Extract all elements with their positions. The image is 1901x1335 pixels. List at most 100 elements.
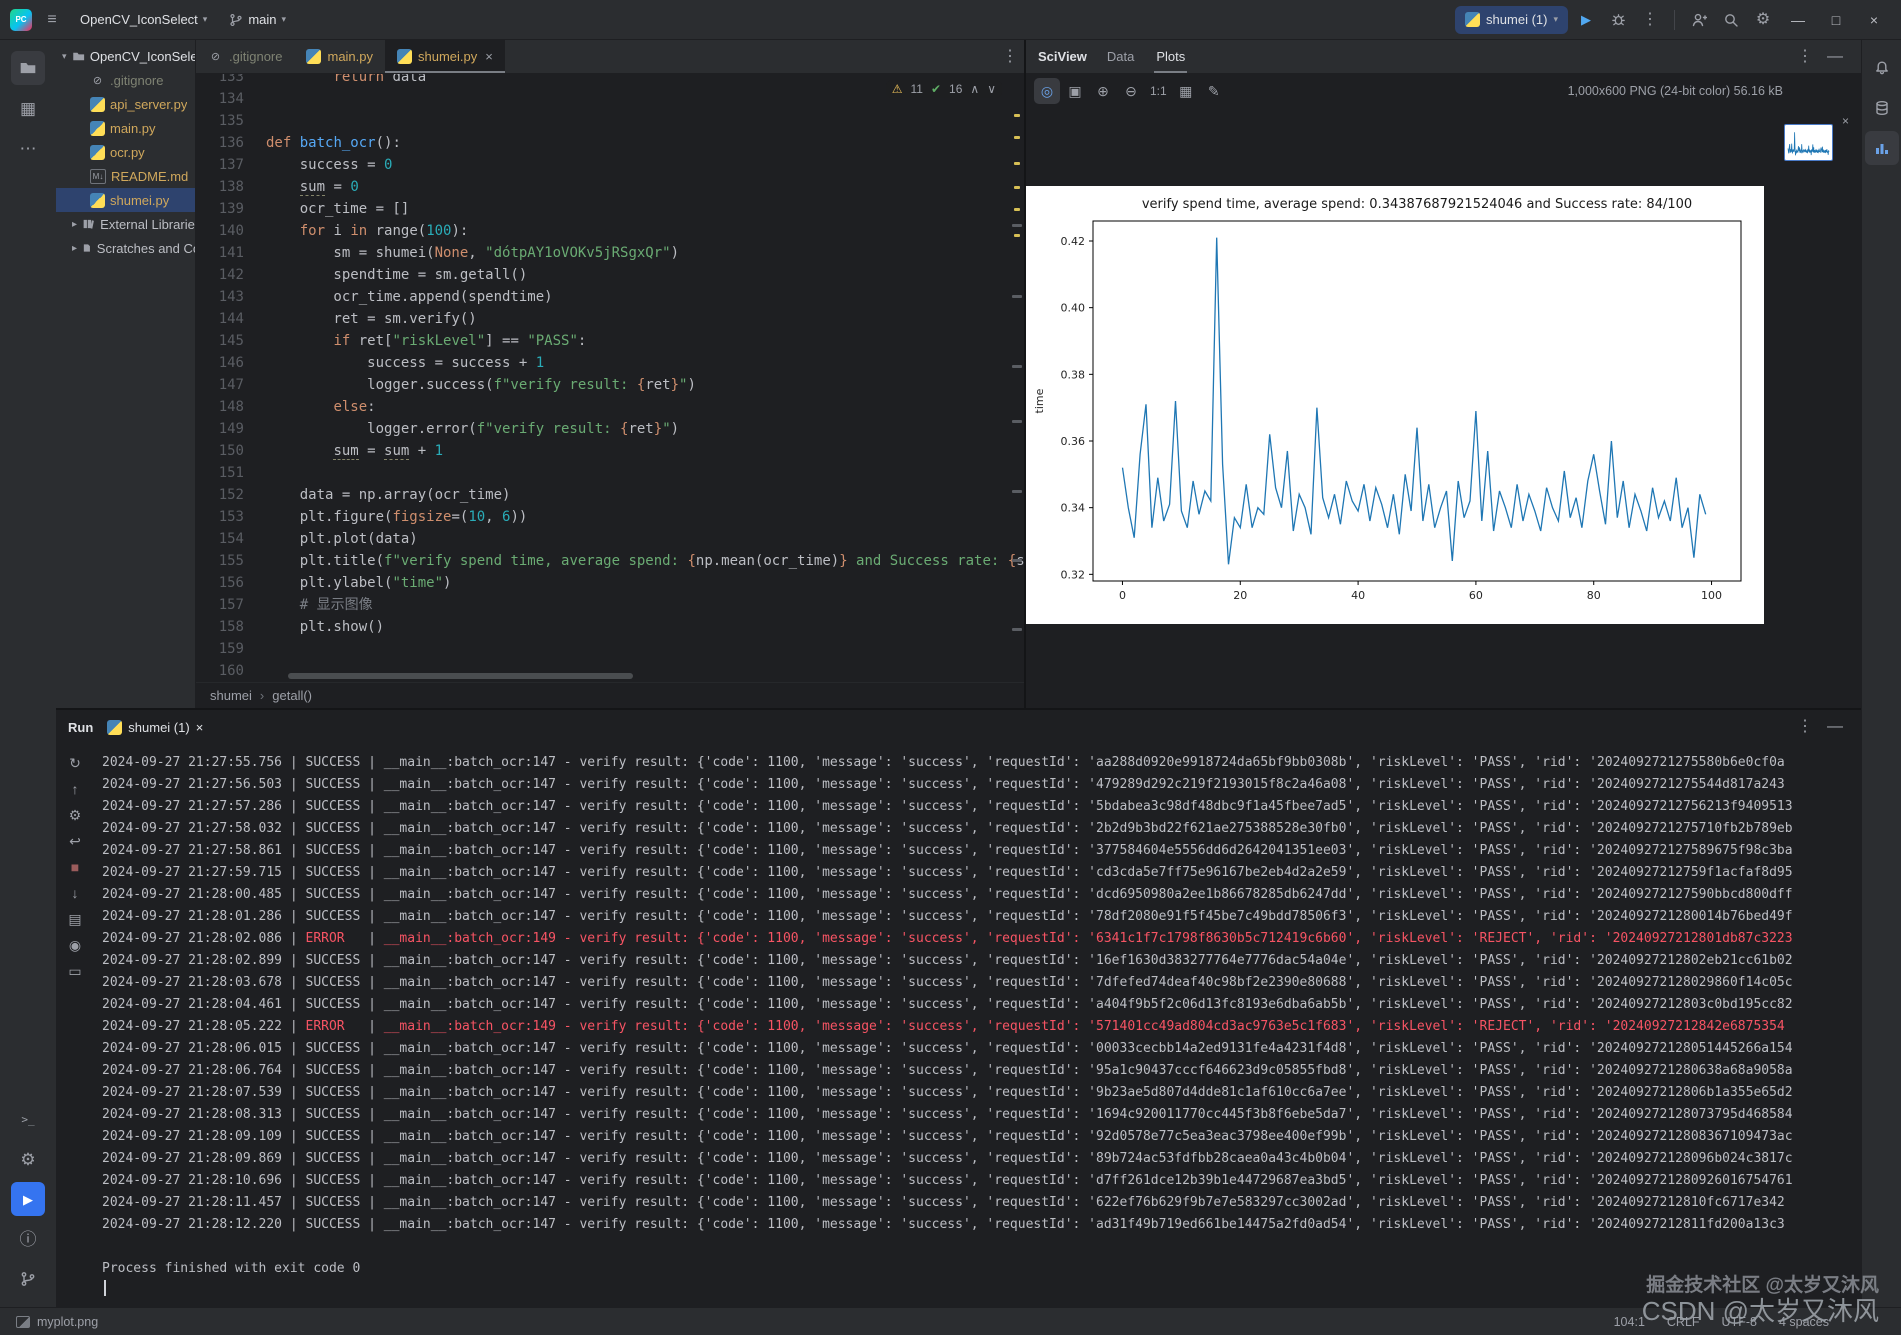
log-line: 2024-09-27 21:28:07.539 | SUCCESS | __ma… <box>102 1085 1793 1100</box>
tab-main-py[interactable]: main.py <box>294 40 385 73</box>
code-editor[interactable]: 133 return data 134 135 136 def batch_ocr():… <box>196 74 1024 682</box>
structure-tool-button[interactable] <box>11 91 45 125</box>
zoom-in-icon[interactable] <box>1090 78 1116 104</box>
main-menu-icon[interactable] <box>38 6 66 34</box>
svg-text:0.42: 0.42 <box>1061 235 1086 248</box>
project-group-scratches[interactable]: ▸ Scratches and Consoles <box>56 236 195 260</box>
git-branch-icon <box>21 1272 35 1286</box>
version-control-tool-button[interactable] <box>11 1262 45 1296</box>
svg-text:20: 20 <box>1233 589 1247 602</box>
debug-button[interactable] <box>1604 6 1632 34</box>
more-tool-windows-button[interactable] <box>11 131 45 165</box>
console-settings-icon[interactable] <box>63 803 87 827</box>
window-maximize-button[interactable]: □ <box>1819 6 1853 34</box>
breadcrumb-item[interactable]: getall() <box>272 688 312 703</box>
log-line: 2024-09-27 21:28:09.109 | SUCCESS | __ma… <box>102 1129 1793 1144</box>
notifications-button[interactable] <box>1865 51 1899 85</box>
tab-data[interactable]: Data <box>1105 40 1136 73</box>
project-file-shumei.py[interactable]: shumei.py <box>56 188 195 212</box>
window-minimize-button[interactable]: — <box>1781 6 1815 34</box>
prev-inspection-icon[interactable]: ∧ <box>970 82 979 96</box>
close-tab-icon[interactable]: × <box>196 720 204 735</box>
grid-toggle-icon[interactable] <box>1173 78 1199 104</box>
encoding-widget[interactable]: UTF-8 <box>1722 1315 1757 1329</box>
run-config-chip[interactable]: shumei (1) <box>1455 5 1568 34</box>
run-tab-shumei[interactable]: shumei (1) × <box>107 710 203 744</box>
project-file-api_server.py[interactable]: api_server.py <box>56 92 195 116</box>
fit-to-frame-icon[interactable] <box>1062 78 1088 104</box>
project-file-.gitignore[interactable]: .gitignore <box>56 68 195 92</box>
status-file-reference[interactable]: myplot.png <box>16 1315 98 1329</box>
search-button[interactable] <box>1717 6 1745 34</box>
plot-viewport: verify spend time, average spend: 0.3438… <box>1026 108 1861 708</box>
hide-panel-icon[interactable] <box>1821 713 1849 741</box>
run-panel: Run shumei (1) × ⋮ — ↻ ↑ ⚙ ↩ ■ ↓ ▤ ◉ ▭ 2… <box>56 708 1861 1307</box>
close-tab-icon[interactable]: × <box>485 49 493 64</box>
services-tool-button[interactable] <box>11 1142 45 1176</box>
caret-position-widget[interactable]: 104:1 <box>1614 1315 1645 1329</box>
problems-tool-button[interactable] <box>11 1222 45 1256</box>
run-options-icon[interactable] <box>1791 713 1819 741</box>
add-user-button[interactable] <box>1685 6 1713 34</box>
tab-shumei-py[interactable]: shumei.py × <box>385 40 505 73</box>
project-file-main.py[interactable]: main.py <box>56 116 195 140</box>
code-line-155: 155 plt.title(f"verify spend time, avera… <box>196 550 1024 572</box>
jump-up-icon[interactable] <box>63 777 87 801</box>
indent-widget[interactable]: 4 spaces <box>1779 1315 1829 1329</box>
svg-text:0.36: 0.36 <box>1061 435 1086 448</box>
horizontal-scrollbar[interactable] <box>288 673 633 679</box>
line-separator-widget[interactable]: CRLF <box>1667 1315 1700 1329</box>
project-tool-button[interactable] <box>11 51 45 85</box>
code-line-149: 149 logger.error(f"verify result: {ret}"… <box>196 418 1024 440</box>
library-icon <box>83 219 94 229</box>
settings-gear-icon[interactable] <box>1749 6 1777 34</box>
project-file-ocr.py[interactable]: ocr.py <box>56 140 195 164</box>
line-number: 135 <box>218 113 244 129</box>
line-number: 147 <box>218 377 244 393</box>
rerun-icon[interactable] <box>63 751 87 775</box>
stop-icon[interactable] <box>63 855 87 879</box>
project-group-external-libraries[interactable]: ▸ External Libraries <box>56 212 195 236</box>
error-stripe[interactable] <box>1010 74 1022 682</box>
terminal-tool-button[interactable] <box>11 1102 45 1136</box>
hide-panel-icon[interactable] <box>1821 43 1849 71</box>
window-close-button[interactable]: × <box>1857 6 1891 34</box>
print-icon[interactable] <box>63 907 87 931</box>
pin-tab-icon[interactable] <box>63 933 87 957</box>
sciview-tool-button[interactable] <box>1864 131 1899 165</box>
branch-selector[interactable]: main <box>221 8 294 31</box>
folder-icon <box>72 52 84 60</box>
search-icon <box>1725 13 1738 27</box>
plot-image[interactable]: verify spend time, average spend: 0.3438… <box>1026 186 1764 624</box>
python-icon <box>90 192 105 208</box>
zoom-actual-size-button[interactable]: 1:1 <box>1146 84 1171 98</box>
database-tool-button[interactable] <box>1865 91 1899 125</box>
project-file-README.md[interactable]: M↓ README.md <box>56 164 195 188</box>
run-button[interactable] <box>1572 6 1600 34</box>
inspections-widget[interactable]: ⚠ 11 ✔ 16 ∧ ∨ <box>885 80 1002 98</box>
breadcrumb-item[interactable]: shumei <box>210 688 252 703</box>
close-thumbnail-icon[interactable]: × <box>1842 114 1849 128</box>
sciview-options-icon[interactable] <box>1791 43 1819 71</box>
line-number: 136 <box>218 135 244 151</box>
svg-text:verify spend time, average spe: verify spend time, average spend: 0.3438… <box>1142 197 1692 212</box>
soft-wrap-icon[interactable] <box>63 829 87 853</box>
scroll-to-end-icon[interactable] <box>63 881 87 905</box>
next-inspection-icon[interactable]: ∨ <box>987 82 996 96</box>
zoom-out-icon[interactable] <box>1118 78 1144 104</box>
tab-gitignore[interactable]: .gitignore <box>196 40 294 73</box>
stripe-mark <box>1014 208 1020 211</box>
tab-plots[interactable]: Plots <box>1154 40 1188 73</box>
stripe-mark <box>1014 234 1020 237</box>
python-icon <box>107 719 123 735</box>
project-root-item[interactable]: OpenCV_IconSelect <box>56 44 195 68</box>
more-actions-icon[interactable] <box>1636 6 1664 34</box>
plot-thumbnail[interactable] <box>1784 124 1833 161</box>
code-area[interactable]: 133 return data 134 135 136 def batch_ocr():… <box>196 74 1024 682</box>
edit-plot-icon[interactable] <box>1201 78 1227 104</box>
run-tool-button[interactable] <box>11 1182 45 1216</box>
project-selector[interactable]: OpenCV_IconSelect <box>72 8 215 31</box>
focus-mode-icon[interactable] <box>1034 78 1060 104</box>
editor-options-icon[interactable] <box>996 43 1024 71</box>
clear-console-icon[interactable] <box>63 959 87 983</box>
